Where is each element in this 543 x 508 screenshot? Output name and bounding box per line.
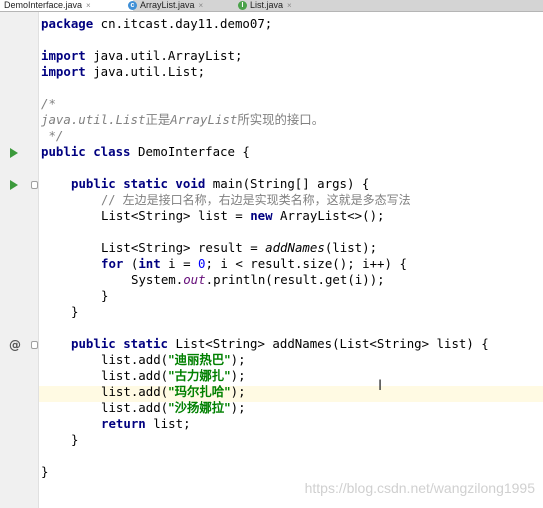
code-line: import java.util.ArrayList; xyxy=(41,48,243,63)
tab-close-icon[interactable]: × xyxy=(199,1,204,10)
code-line: List<String> result = addNames(list); xyxy=(101,240,378,255)
code-line: for (int i = 0; i < result.size(); i++) … xyxy=(101,256,407,271)
code-line: list.add("古力娜扎"); xyxy=(101,368,246,383)
fold-marker-icon[interactable] xyxy=(31,181,38,189)
run-main-icon[interactable] xyxy=(10,180,18,190)
tab-list[interactable]: I List.java × xyxy=(234,0,306,11)
tab-label: List.java xyxy=(250,0,284,10)
code-line: package cn.itcast.day11.demo07; xyxy=(41,16,273,31)
code-line: public static void main(String[] args) { xyxy=(71,176,370,191)
code-line: } xyxy=(71,304,79,319)
code-line: public class DemoInterface { xyxy=(41,144,250,159)
code-line: /* xyxy=(41,96,56,111)
tab-close-icon[interactable]: × xyxy=(86,1,91,10)
code-line: System.out.println(result.get(i)); xyxy=(131,272,385,287)
fold-marker-icon[interactable] xyxy=(31,341,38,349)
interface-file-icon: I xyxy=(238,1,247,11)
watermark: https://blog.csdn.net/wangzilong1995 xyxy=(304,480,535,496)
tab-label: DemoInterface.java xyxy=(4,0,83,10)
run-class-icon[interactable] xyxy=(10,148,18,158)
code-line: java.util.List正是ArrayList所实现的接口。 xyxy=(41,112,325,127)
override-marker-icon[interactable]: @ xyxy=(9,338,21,352)
tab-demointerface[interactable]: DemoInterface.java × xyxy=(0,0,133,11)
code-editor[interactable]: package cn.itcast.day11.demo07; import j… xyxy=(39,12,543,508)
code-line: list.add("沙扬娜拉"); xyxy=(101,400,246,415)
code-line: return list; xyxy=(101,416,191,431)
tab-arraylist[interactable]: c ArrayList.java × xyxy=(124,0,234,11)
editor-gutter xyxy=(0,12,39,508)
code-line: } xyxy=(71,432,79,447)
code-line: } xyxy=(101,288,109,303)
tab-label: ArrayList.java xyxy=(140,0,195,10)
code-line: list.add("玛尔扎哈"); xyxy=(101,384,246,399)
text-cursor-icon: I xyxy=(378,378,383,394)
code-line: } xyxy=(41,464,49,479)
code-line: List<String> list = new ArrayList<>(); xyxy=(101,208,385,223)
tab-close-icon[interactable]: × xyxy=(287,1,292,10)
code-line: // 左边是接口名称，右边是实现类名称，这就是多态写法 xyxy=(101,193,411,207)
code-line: */ xyxy=(41,128,64,143)
code-line: public static List<String> addNames(List… xyxy=(71,336,489,351)
class-file-icon: c xyxy=(128,1,137,11)
code-line: import java.util.List; xyxy=(41,64,206,79)
code-line: list.add("迪丽热巴"); xyxy=(101,352,246,367)
editor-tab-bar: DemoInterface.java × c ArrayList.java × I Li… xyxy=(0,0,543,12)
